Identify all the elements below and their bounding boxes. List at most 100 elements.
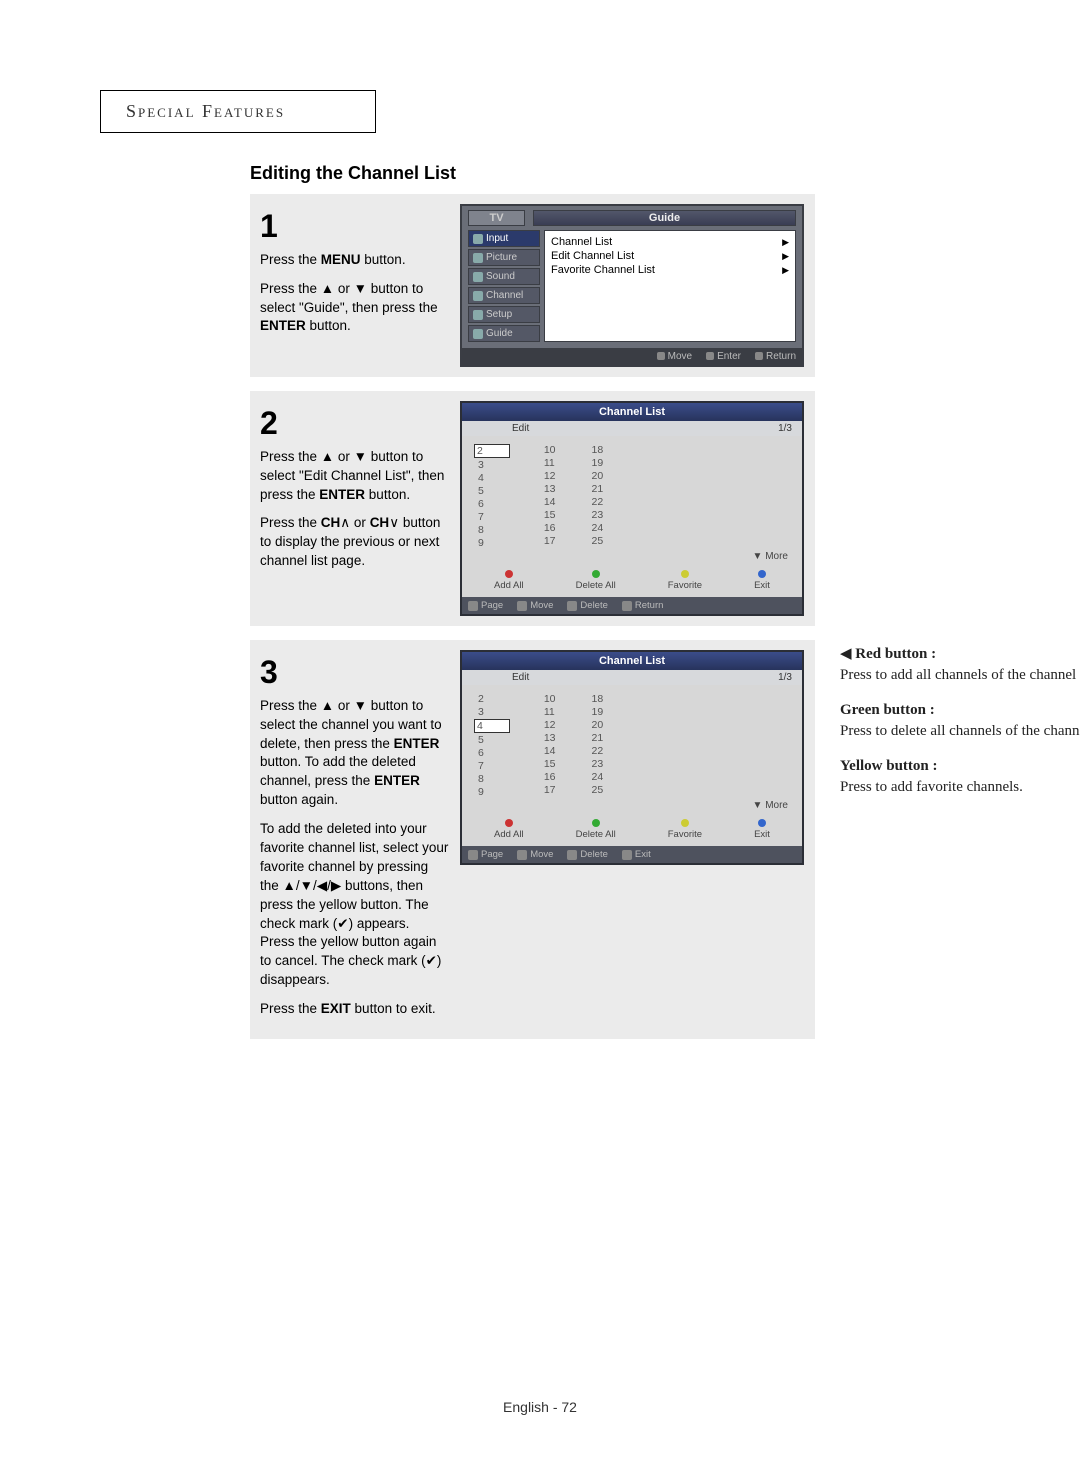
enter-button-label: ENTER — [319, 487, 365, 502]
osd-btn-add-all: Add All — [494, 819, 524, 840]
osd-page: 1/3 — [778, 423, 792, 434]
channel-item: 18 — [590, 444, 606, 456]
enter-button-label: ENTER — [374, 773, 420, 788]
text: To add the deleted into your favorite ch… — [260, 821, 448, 930]
channel-item: 24 — [590, 522, 606, 534]
red-button-title: Red button : — [855, 646, 936, 662]
channel-item: 13 — [542, 732, 558, 744]
channel-item: 24 — [590, 771, 606, 783]
sound-icon — [473, 272, 483, 282]
osd-footer-page: Page — [481, 849, 503, 860]
section-header: Special Features — [100, 90, 376, 133]
chevron-right-icon — [782, 250, 789, 262]
step-1: 1 Press the MENU button. Press the ▲ or … — [250, 194, 815, 377]
ch-down-label: CH — [370, 515, 390, 530]
return-icon — [622, 601, 632, 611]
enter-button-label: ENTER — [394, 736, 440, 751]
label: Favorite — [668, 829, 702, 840]
page-icon — [468, 850, 478, 860]
channel-item: 25 — [590, 784, 606, 796]
green-button-title: Green button : — [840, 702, 935, 718]
channel-item: 8 — [476, 773, 510, 785]
osd-footer-move: Move — [530, 600, 553, 611]
channel-item: 20 — [590, 719, 606, 731]
osd-btn-favorite: Favorite — [668, 819, 702, 840]
label: Guide — [486, 328, 513, 339]
label: Picture — [486, 252, 517, 263]
up-caret-icon: ∧ — [340, 515, 350, 530]
osd-tv-label: TV — [468, 210, 525, 226]
channel-icon — [473, 291, 483, 301]
channel-item: 14 — [542, 496, 558, 508]
osd-btn-add-all: Add All — [494, 570, 524, 591]
osd-footer-return: Return — [635, 600, 664, 611]
osd-side-picture: Picture — [468, 249, 540, 266]
red-button-desc: Press to add all channels of the channel… — [840, 667, 1080, 683]
green-dot-icon — [592, 570, 600, 578]
channel-item: 12 — [542, 470, 558, 482]
channel-item: 3 — [476, 706, 510, 718]
channel-item: 23 — [590, 509, 606, 521]
osd-btn-delete-all: Delete All — [576, 819, 616, 840]
channel-item: 7 — [476, 511, 510, 523]
osd-tab: Edit — [512, 672, 529, 683]
page-heading: Editing the Channel List — [250, 163, 980, 184]
step-number: 1 — [260, 204, 450, 249]
label: Edit Channel List — [551, 250, 634, 262]
osd-page: 1/3 — [778, 672, 792, 683]
blue-dot-icon — [758, 819, 766, 827]
osd-footer-move: Move — [657, 351, 692, 362]
label: Delete All — [576, 829, 616, 840]
label: Input — [486, 233, 508, 244]
channel-item: 2 — [474, 444, 510, 458]
chevron-right-icon — [782, 264, 789, 276]
label: Setup — [486, 309, 512, 320]
osd-more: ▼ More — [462, 551, 802, 566]
channel-item: 11 — [542, 457, 558, 469]
label: Favorite Channel List — [551, 264, 655, 276]
channel-item: 23 — [590, 758, 606, 770]
yellow-dot-icon — [681, 570, 689, 578]
label: Channel — [486, 290, 523, 301]
channel-item: 25 — [590, 535, 606, 547]
channel-item: 4 — [476, 472, 510, 484]
text: button. — [306, 318, 351, 333]
text: or — [350, 515, 370, 530]
osd-panel-channel-list: Channel List — [551, 235, 789, 249]
text: button again. — [260, 792, 338, 807]
exit-icon — [622, 850, 632, 860]
color-button-notes: Red button : Press to add all channels o… — [840, 644, 1080, 812]
osd-title: Channel List — [462, 652, 802, 670]
page-icon — [468, 601, 478, 611]
channel-item: 8 — [476, 524, 510, 536]
channel-item: 6 — [476, 498, 510, 510]
osd-guide-menu: TV Guide Input Picture Sound Channel Set… — [460, 204, 804, 367]
osd-btn-delete-all: Delete All — [576, 570, 616, 591]
blue-dot-icon — [758, 570, 766, 578]
osd-btn-favorite: Favorite — [668, 570, 702, 591]
osd-panel-edit-channel-list: Edit Channel List — [551, 249, 789, 263]
red-dot-icon — [505, 570, 513, 578]
channel-item: 10 — [542, 444, 558, 456]
label: Favorite — [668, 580, 702, 591]
osd-side-channel: Channel — [468, 287, 540, 304]
page-footer: English - 72 — [100, 1399, 980, 1415]
osd-footer-exit: Exit — [635, 849, 651, 860]
label: Add All — [494, 829, 524, 840]
osd-title: Guide — [533, 210, 796, 226]
channel-item: 17 — [542, 535, 558, 547]
step-3: 3 Press the ▲ or ▼ button to select the … — [250, 640, 815, 1039]
channel-item: 9 — [476, 786, 510, 798]
text: Press the — [260, 515, 321, 530]
channel-item: 16 — [542, 771, 558, 783]
channel-item: 19 — [590, 457, 606, 469]
osd-btn-exit: Exit — [754, 570, 770, 591]
osd-footer-return: Return — [755, 351, 796, 362]
label: Sound — [486, 271, 515, 282]
channel-item: 5 — [476, 485, 510, 497]
osd-side-input: Input — [468, 230, 540, 247]
osd-footer-delete: Delete — [580, 600, 607, 611]
enter-button-label: ENTER — [260, 318, 306, 333]
picture-icon — [473, 253, 483, 263]
down-caret-icon: ∨ — [389, 515, 399, 530]
